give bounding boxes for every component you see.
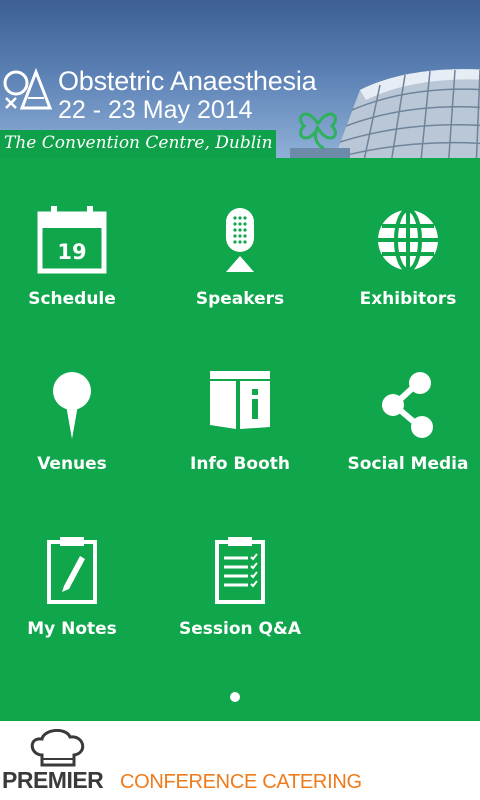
oaa-logo-icon xyxy=(3,68,53,110)
menu-item-exhibitors[interactable]: Exhibitors xyxy=(328,158,480,323)
menu-item-my-notes[interactable]: My Notes xyxy=(0,488,152,653)
menu-item-label: Session Q&A xyxy=(179,619,301,639)
info-booth-icon xyxy=(195,371,285,447)
map-pin-icon xyxy=(27,371,117,447)
menu-item-speakers[interactable]: Speakers xyxy=(160,158,320,323)
menu-item-session-qa[interactable]: Session Q&A xyxy=(160,488,320,653)
menu-item-label: My Notes xyxy=(27,619,117,639)
page-indicator-dot xyxy=(230,692,240,702)
globe-icon xyxy=(363,206,453,282)
menu-item-venues[interactable]: Venues xyxy=(0,323,152,488)
notes-icon xyxy=(27,536,117,612)
sponsor-name: PREMIER xyxy=(2,767,104,793)
menu-item-social-media[interactable]: Social Media xyxy=(328,323,480,488)
microphone-icon xyxy=(195,206,285,282)
menu-item-label: Social Media xyxy=(347,454,469,474)
checklist-icon xyxy=(195,536,285,612)
conference-title: Obstetric Anaesthesia xyxy=(58,66,317,96)
sponsor-tagline: CONFERENCE CATERING xyxy=(120,771,362,793)
menu-item-label: Info Booth xyxy=(190,454,290,474)
venue-name: The Convention Centre, Dublin xyxy=(4,133,273,153)
shamrock-icon xyxy=(299,112,337,150)
conference-dates: 22 - 23 May 2014 xyxy=(58,96,253,124)
menu-item-label: Speakers xyxy=(195,289,285,309)
menu-item-schedule[interactable]: 19 Schedule xyxy=(0,158,152,323)
calendar-icon: 19 xyxy=(27,206,117,282)
menu-item-label: Venues xyxy=(37,454,107,474)
main-menu: 19 Schedule Speakers Exhibitors Venues I… xyxy=(0,158,480,721)
sponsor-footer[interactable]: PREMIER CONFERENCE CATERING xyxy=(0,721,480,800)
share-icon xyxy=(363,371,453,447)
menu-item-label: Schedule xyxy=(28,289,116,309)
menu-item-info-booth[interactable]: Info Booth xyxy=(160,323,320,488)
header-banner: Obstetric Anaesthesia 22 - 23 May 2014 T… xyxy=(0,0,480,158)
venue-strip: The Convention Centre, Dublin xyxy=(0,130,276,158)
menu-item-label: Exhibitors xyxy=(359,289,457,309)
svg-text:19: 19 xyxy=(57,240,86,264)
chef-hat-icon xyxy=(30,729,85,767)
